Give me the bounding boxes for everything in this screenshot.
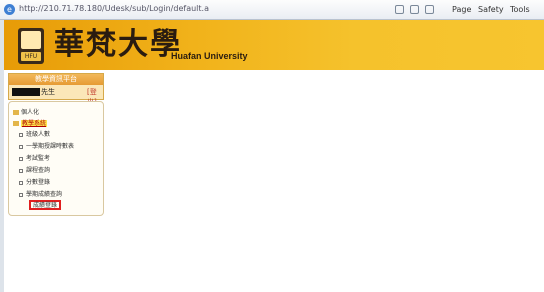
address-bar[interactable]: http://210.71.78.180/Udesk/sub/Login/def… [19, 4, 209, 13]
menu-item-course-query[interactable]: 課程查詢 [19, 166, 50, 175]
safety-menu-label: Safety [478, 5, 504, 14]
university-name-en: Huafan University [171, 51, 248, 61]
user-name: 先生 [41, 88, 55, 96]
menu-item-score-entry[interactable]: 分數登錄 [19, 178, 50, 187]
menu-item-exam-proctor[interactable]: 考試監考 [19, 154, 50, 163]
menu-item-grade-entry[interactable]: 成績登錄 [29, 200, 62, 210]
home-icon [395, 5, 404, 14]
menu-item-label: 學期成績查詢 [26, 191, 63, 198]
tools-menu-label: Tools [510, 5, 530, 14]
seal-text: HFU [21, 52, 41, 61]
menu-item-label: 教學系統 [21, 120, 48, 127]
university-seal-icon: HFU [18, 28, 44, 64]
bullet-icon [19, 192, 23, 197]
folder-icon [13, 110, 19, 115]
menu-item-label: 分數登錄 [26, 179, 51, 186]
bullet-icon [19, 180, 23, 185]
side-menu: 個人化 教學系統 班級人數 一學期授課時數表 考試監考 課程查詢 分數登錄 學期… [8, 101, 104, 216]
home-button[interactable] [395, 3, 404, 16]
print-icon [425, 5, 434, 14]
menu-item-label: 班級人數 [26, 131, 51, 138]
browser-page-icon: e [4, 4, 15, 15]
feeds-button[interactable] [410, 3, 419, 16]
bullet-icon [19, 144, 23, 149]
menu-item-label: 課程查詢 [26, 167, 51, 174]
folder-open-icon [13, 121, 19, 126]
menu-item-label: 一學期授課時數表 [26, 143, 75, 150]
menu-item-label: 考試監考 [26, 155, 51, 162]
seal-emblem [21, 31, 41, 49]
login-panel: 教學資訊平台 先生 [登出] [8, 73, 104, 106]
menu-item-personal[interactable]: 個人化 [13, 108, 39, 117]
menu-item-teaching-hours[interactable]: 一學期授課時數表 [19, 142, 74, 151]
tools-menu-button[interactable]: Tools [510, 3, 530, 16]
browser-toolbar: e http://210.71.78.180/Udesk/sub/Login/d… [0, 0, 544, 20]
university-banner: HFU 華梵大學 Huafan University [4, 20, 544, 70]
print-button[interactable] [425, 3, 434, 16]
login-panel-title: 教學資訊平台 [9, 74, 103, 85]
redacted-user-id [12, 88, 40, 96]
menu-item-label: 成績登錄 [33, 202, 58, 209]
university-name-cn: 華梵大學 [54, 27, 182, 62]
bullet-icon [19, 156, 23, 161]
page-menu-button[interactable]: Page [452, 3, 471, 16]
menu-item-class-size[interactable]: 班級人數 [19, 130, 50, 139]
bullet-icon [19, 168, 23, 173]
safety-menu-button[interactable]: Safety [478, 3, 504, 16]
page-menu-label: Page [452, 5, 472, 14]
menu-item-label: 個人化 [21, 109, 40, 116]
menu-item-teaching-system[interactable]: 教學系統 [13, 119, 48, 128]
feeds-icon [410, 5, 419, 14]
bullet-icon [19, 132, 23, 137]
menu-item-semester-grades[interactable]: 學期成績查詢 [19, 190, 62, 199]
